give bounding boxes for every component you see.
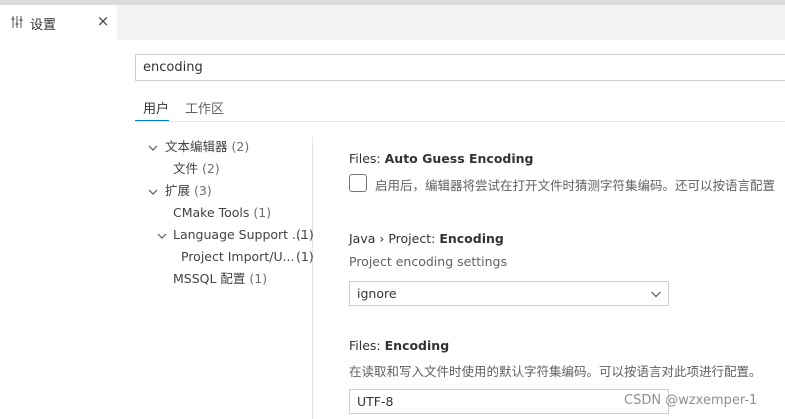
chevron-down-icon[interactable] — [147, 186, 159, 198]
setting-title-java-project-encoding: Java › Project: Encoding — [349, 231, 504, 246]
toc-item-language-support[interactable]: Language Support ... — [173, 225, 304, 245]
tab-workspace[interactable]: 工作区 — [185, 98, 224, 117]
chevron-down-icon[interactable] — [147, 142, 159, 154]
files-encoding-input[interactable]: UTF-8 — [349, 389, 669, 414]
auto-guess-encoding-checkbox[interactable] — [349, 174, 367, 192]
chevron-down-icon — [651, 291, 661, 298]
toc-count: (1) — [296, 227, 314, 242]
chevron-down-icon[interactable] — [156, 230, 168, 242]
editor-tab-bar: 设置 × — [0, 5, 785, 40]
settings-scope-tabs: 用户 工作区 — [135, 92, 785, 122]
toc-item-files[interactable]: 文件 (2) — [173, 159, 220, 179]
tab-title: 设置 — [30, 18, 57, 33]
input-value: UTF-8 — [357, 394, 394, 409]
tab-user[interactable]: 用户 — [143, 98, 169, 117]
settings-toc: 文本编辑器 (2) 文件 (2) 扩展 (3) CMake Tools (1) … — [135, 137, 314, 419]
toc-count: (1) — [296, 249, 314, 264]
settings-search-input[interactable]: encoding — [135, 54, 785, 81]
active-tab-indicator — [135, 120, 169, 121]
toc-item-cmake-tools[interactable]: CMake Tools (1) — [173, 203, 271, 223]
settings-sliders-icon — [11, 16, 23, 28]
setting-description: 启用后，编辑器将尝试在打开文件时猜测字符集编码。还可以按语言配置 — [375, 178, 776, 193]
select-value: ignore — [357, 286, 397, 301]
toc-item-extensions[interactable]: 扩展 (3) — [165, 181, 212, 201]
java-encoding-select[interactable]: ignore — [349, 281, 669, 306]
toc-item-text-editor[interactable]: 文本编辑器 (2) — [165, 137, 249, 157]
setting-title-auto-guess-encoding: Files: Auto Guess Encoding — [349, 151, 534, 166]
setting-title-files-encoding: Files: Encoding — [349, 338, 450, 353]
setting-description: Project encoding settings — [349, 254, 507, 269]
toc-item-project-import[interactable]: Project Import/U... — [181, 247, 295, 267]
close-icon[interactable]: × — [96, 13, 110, 29]
watermark: CSDN @wzxemper-1 — [624, 393, 758, 408]
settings-tab[interactable]: 设置 × — [0, 5, 117, 40]
toc-item-mssql[interactable]: MSSQL 配置 (1) — [173, 269, 267, 289]
setting-description: 在读取和写入文件时使用的默认字符集编码。可以按语言对此项进行配置。 — [349, 364, 762, 379]
